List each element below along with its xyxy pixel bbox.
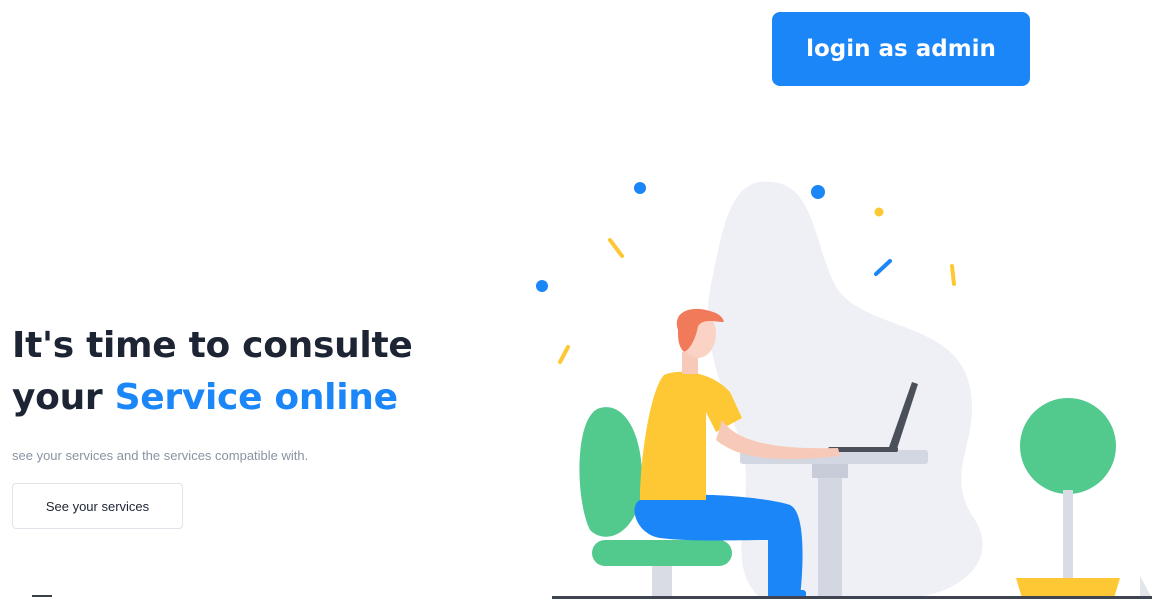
confetti-dash <box>874 259 892 276</box>
confetti-dash <box>608 238 624 258</box>
login-as-admin-button[interactable]: login as admin <box>772 12 1030 86</box>
chair-back <box>579 407 642 537</box>
confetti-dash <box>950 264 956 286</box>
divider <box>32 595 52 597</box>
hero-title-line1: It's time to consulte <box>12 325 413 366</box>
chair-leg <box>652 566 672 598</box>
hero-subtitle: see your services and the services compa… <box>12 448 309 463</box>
plant-pot <box>1016 578 1120 598</box>
confetti-dot <box>536 280 548 292</box>
floor-line <box>552 596 1152 599</box>
plant-foliage <box>1020 398 1116 494</box>
landing-page: login as admin It's time to consulte you… <box>0 0 1168 601</box>
chair-seat <box>592 540 732 566</box>
partial-shape <box>1140 576 1152 598</box>
person-working-on-laptop-illustration <box>536 181 1152 599</box>
confetti-dot <box>634 182 646 194</box>
see-your-services-button[interactable]: See your services <box>12 483 183 529</box>
confetti-dot <box>874 207 884 217</box>
desk-leg <box>818 464 842 598</box>
hero-title: It's time to consulte your Service onlin… <box>12 320 413 424</box>
desk-leg-top <box>812 464 848 478</box>
hero-title-accent: Service online <box>114 377 398 418</box>
plant-stem <box>1063 490 1073 578</box>
hero-title-line2-prefix: your <box>12 377 115 418</box>
confetti-dash <box>558 345 570 364</box>
confetti-dot <box>811 185 825 199</box>
